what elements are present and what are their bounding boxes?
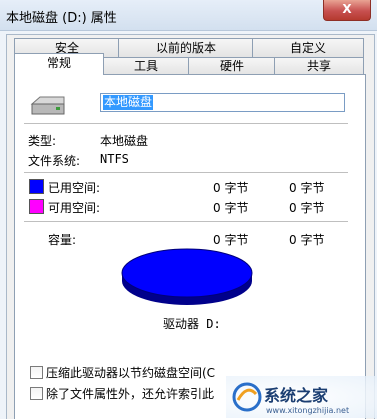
capacity-bytes: 0 字节 — [213, 233, 249, 247]
separator — [24, 172, 348, 173]
compress-drive-label: 压缩此驱动器以节约磁盘空间(C — [46, 366, 216, 380]
separator — [24, 221, 348, 222]
tab-general[interactable]: 常规 — [14, 53, 104, 75]
filesystem-label: 文件系统: — [28, 154, 81, 168]
capacity-label: 容量: — [48, 233, 77, 247]
capacity-size: 0 字节 — [289, 233, 325, 247]
watermark: 系统之家 www.xitongzhijia.net — [226, 376, 377, 418]
filesystem-value: NTFS — [100, 152, 129, 166]
tab-sharing[interactable]: 共享 — [274, 57, 364, 75]
compress-drive-checkbox[interactable] — [30, 366, 43, 379]
volume-name-input[interactable]: 本地磁盘 — [100, 93, 345, 112]
volume-name-value: 本地磁盘 — [103, 95, 154, 110]
tab-customize[interactable]: 自定义 — [252, 38, 364, 58]
used-space-label: 已用空间: — [48, 181, 101, 195]
watermark-logo-icon — [232, 382, 262, 412]
type-label: 类型: — [28, 134, 57, 148]
watermark-url: www.xitongzhijia.net — [266, 406, 350, 415]
index-files-label: 除了文件属性外，还允许索引此 — [46, 387, 215, 401]
tab-tools[interactable]: 工具 — [102, 57, 190, 75]
used-space-bytes: 0 字节 — [213, 181, 249, 195]
tab-previous-versions[interactable]: 以前的版本 — [118, 38, 254, 58]
tab-hardware[interactable]: 硬件 — [188, 57, 276, 75]
free-space-swatch — [29, 199, 44, 214]
close-button[interactable]: X — [323, 0, 371, 21]
used-space-swatch — [29, 179, 44, 194]
drive-icon — [30, 96, 65, 115]
used-space-size: 0 字节 — [289, 181, 325, 195]
free-space-bytes: 0 字节 — [213, 201, 249, 215]
type-value: 本地磁盘 — [100, 134, 149, 148]
title-bar: 本地磁盘 (D:) 属性 X — [0, 0, 377, 31]
index-files-checkbox[interactable] — [30, 387, 43, 400]
watermark-text: 系统之家 — [264, 386, 329, 405]
drive-label: 驱动器 D: — [163, 317, 221, 331]
free-space-size: 0 字节 — [289, 201, 325, 215]
separator — [24, 123, 348, 124]
window-title: 本地磁盘 (D:) 属性 — [6, 11, 117, 26]
free-space-label: 可用空间: — [48, 201, 101, 215]
disk-usage-pie — [121, 248, 253, 305]
